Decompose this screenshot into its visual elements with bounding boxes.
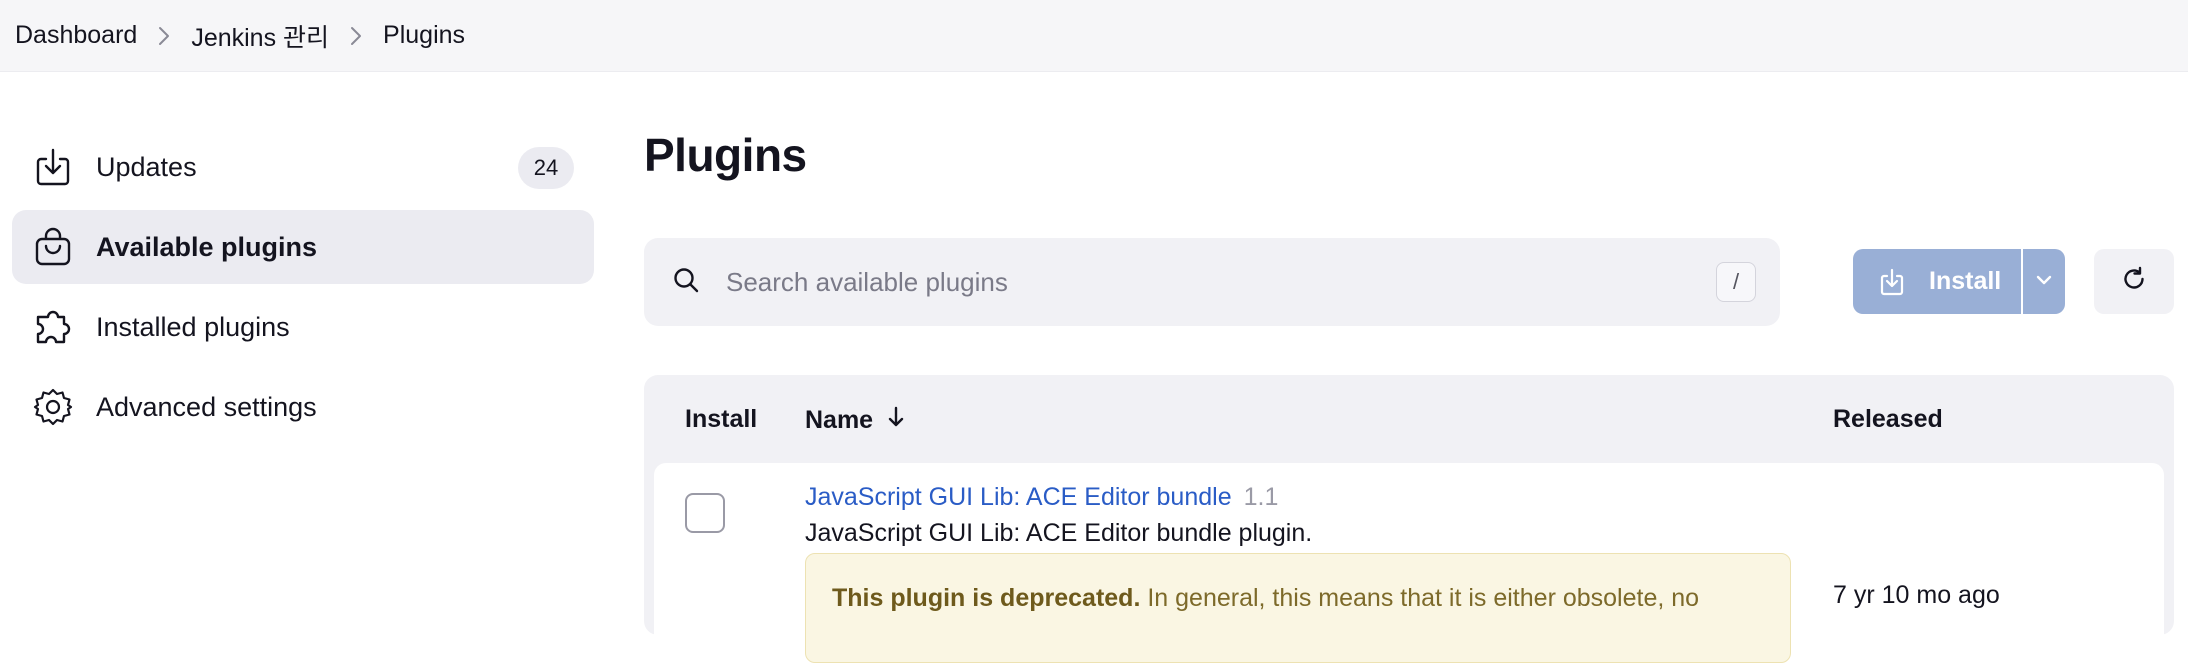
chevron-right-icon <box>137 21 191 50</box>
sidebar-item-label: Updates <box>96 151 197 182</box>
column-header-name[interactable]: Name <box>805 405 905 436</box>
download-icon <box>32 146 74 188</box>
refresh-icon <box>2120 265 2148 298</box>
column-header-install: Install <box>685 405 758 433</box>
search-input[interactable] <box>726 266 1706 298</box>
breadcrumb-plugins[interactable]: Plugins <box>383 21 465 50</box>
install-options-dropdown[interactable] <box>2023 249 2065 314</box>
sidebar-item-label: Installed plugins <box>96 311 290 342</box>
updates-count-badge: 24 <box>518 147 574 189</box>
sidebar-item-advanced-settings[interactable]: Advanced settings <box>12 370 594 444</box>
breadcrumb-dashboard[interactable]: Dashboard <box>15 21 137 50</box>
plugin-description: JavaScript GUI Lib: ACE Editor bundle pl… <box>805 519 1313 547</box>
plugin-name: JavaScript GUI Lib: ACE Editor bundle <box>805 483 1232 511</box>
plugin-version: 1.1 <box>1243 483 1279 511</box>
plugins-table: Install Name Released JavaScript GUI Lib… <box>644 375 2174 663</box>
shopping-bag-icon <box>32 226 74 268</box>
page-title: Plugins <box>644 129 807 181</box>
sidebar: Updates 24 Available plugins Installed p… <box>12 130 594 450</box>
install-button-label: Install <box>1929 267 2002 295</box>
keyboard-shortcut-hint: / <box>1716 262 1756 302</box>
sidebar-item-available-plugins[interactable]: Available plugins <box>12 210 594 284</box>
deprecation-title: This plugin is deprecated. <box>832 584 1141 612</box>
column-header-name-label: Name <box>805 406 874 434</box>
sidebar-item-label: Advanced settings <box>96 391 317 422</box>
search-bar: / <box>644 238 1780 326</box>
arrow-down-icon <box>873 405 905 436</box>
download-icon <box>1879 268 1905 296</box>
search-icon <box>672 266 700 299</box>
sidebar-item-label: Available plugins <box>96 231 318 262</box>
sidebar-item-updates[interactable]: Updates 24 <box>12 130 594 204</box>
chevron-right-icon <box>329 21 383 50</box>
column-header-released[interactable]: Released <box>1833 405 1943 434</box>
breadcrumb: Dashboard Jenkins 관리 Plugins <box>0 0 2188 72</box>
puzzle-piece-icon <box>32 306 74 348</box>
plugin-name-link[interactable]: JavaScript GUI Lib: ACE Editor bundle 1.1 <box>805 483 1278 512</box>
chevron-down-icon <box>2035 273 2053 291</box>
gear-icon <box>32 386 74 428</box>
install-checkbox[interactable] <box>685 493 725 533</box>
table-row: JavaScript GUI Lib: ACE Editor bundle 1.1… <box>654 463 2164 663</box>
refresh-button[interactable] <box>2094 249 2174 314</box>
deprecation-text: In general, this means that it is either… <box>1147 584 1700 612</box>
breadcrumb-jenkins-manage[interactable]: Jenkins 관리 <box>191 18 329 54</box>
sidebar-item-installed-plugins[interactable]: Installed plugins <box>12 290 594 364</box>
deprecation-warning: This plugin is deprecated. In general, t… <box>805 553 1791 663</box>
install-button[interactable]: Install <box>1853 249 2021 314</box>
